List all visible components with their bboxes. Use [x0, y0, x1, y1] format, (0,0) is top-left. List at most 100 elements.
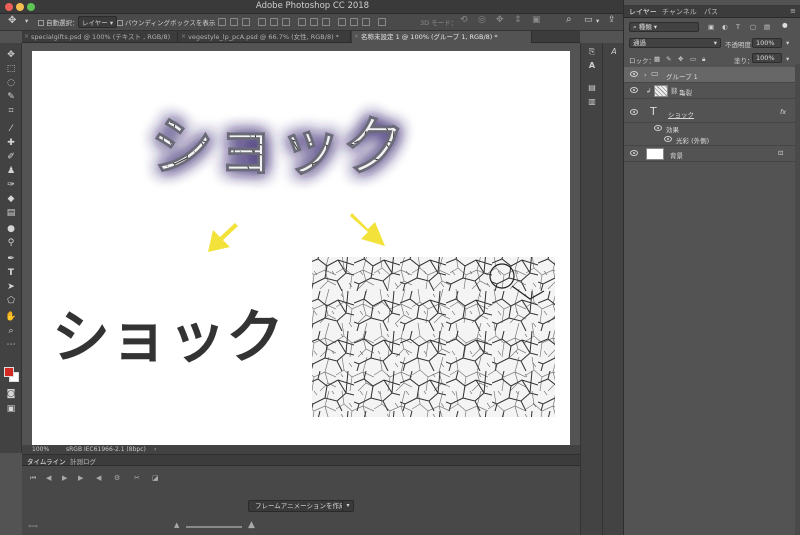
play-icon[interactable]: ▶	[62, 474, 67, 482]
lock-image-icon[interactable]: ✎	[666, 55, 671, 63]
glyphs-panel-icon[interactable]: A	[609, 47, 619, 57]
opacity-input[interactable]: 100%	[752, 38, 782, 48]
eyedropper-tool-icon[interactable]: ⁄	[5, 123, 17, 135]
clone-stamp-tool-icon[interactable]: ♟	[5, 165, 17, 177]
lock-position-icon[interactable]: ✥	[678, 55, 683, 63]
close-tab-icon[interactable]: ×	[181, 31, 186, 43]
timeline-menu-icon[interactable]: ⇦⇨	[28, 523, 38, 530]
filter-pixel-icon[interactable]: ▣	[708, 23, 714, 31]
gradient-tool-icon[interactable]: ▤	[5, 207, 17, 219]
layer-row-outer-glow[interactable]: 光彩 (外側)	[624, 134, 795, 146]
bounding-box-checkbox[interactable]: バウンディングボックスを表示	[117, 17, 215, 27]
visibility-eye-icon[interactable]	[630, 150, 638, 156]
status-menu-arrow[interactable]: ›	[154, 446, 156, 453]
lock-all-icon[interactable]: 🔒︎	[702, 55, 705, 64]
create-animation-dropdown-icon[interactable]: ▾	[342, 500, 354, 512]
layers-scrollbar[interactable]	[795, 64, 800, 535]
filter-shape-icon[interactable]: ▢	[750, 23, 756, 31]
prev-frame-icon[interactable]: ◀	[46, 474, 51, 482]
align-hcenter-icon[interactable]	[270, 18, 278, 26]
close-tab-icon[interactable]: ×	[354, 31, 359, 43]
zoom-tool-icon[interactable]: ⌕	[5, 325, 17, 337]
screen-mode-icon[interactable]: ▣	[5, 403, 17, 415]
healing-brush-tool-icon[interactable]: ✚	[5, 137, 17, 149]
lock-transparency-icon[interactable]: ▦	[654, 55, 660, 63]
panel-menu-icon[interactable]: ≡	[790, 7, 796, 15]
layer-row-crack[interactable]: ↲ ⛓︎ 亀裂	[624, 83, 795, 99]
fill-input[interactable]: 100%	[752, 53, 782, 63]
filter-adjustment-icon[interactable]: ◐	[722, 23, 728, 31]
opacity-dropdown-icon[interactable]: ▾	[786, 39, 789, 47]
eraser-tool-icon[interactable]: ◆	[5, 193, 17, 205]
tab-untitled-1[interactable]: × 名称未設定 1 @ 100% (グループ 1, RGB/8) *	[352, 31, 532, 43]
visibility-eye-icon[interactable]	[630, 71, 638, 77]
distribute-right-icon[interactable]	[362, 18, 370, 26]
path-select-tool-icon[interactable]: ➤	[5, 281, 17, 293]
history-panel-icon[interactable]: ⎘	[587, 47, 597, 57]
3d-roll-icon[interactable]: ◎	[478, 15, 486, 25]
filter-smart-object-icon[interactable]: ▤	[764, 23, 770, 31]
marquee-tool-icon[interactable]: ⬚	[5, 63, 17, 75]
distribute-hcenter-icon[interactable]	[350, 18, 358, 26]
foreground-color-swatch[interactable]	[4, 367, 14, 377]
layer-filter-dropdown[interactable]: ⌕ 種類 ▾	[629, 22, 699, 32]
auto-select-checkbox[interactable]: 自動選択：	[38, 17, 79, 27]
layer-row-group-1[interactable]: › ▭ グループ 1	[624, 67, 795, 83]
adjustments-panel-icon[interactable]: ▤	[587, 83, 597, 93]
3d-pan-icon[interactable]: ✥	[496, 15, 504, 25]
zoom-readout[interactable]: 100%	[32, 446, 49, 453]
tool-preset-dropdown[interactable]: ▾	[25, 17, 28, 25]
align-right-icon[interactable]	[282, 18, 290, 26]
crop-tool-icon[interactable]: ⌗	[5, 105, 17, 117]
tab-history-log[interactable]: 計測ログ	[70, 456, 96, 466]
align-top-icon[interactable]	[218, 18, 226, 26]
close-tab-icon[interactable]: ×	[24, 31, 29, 43]
share-icon[interactable]: ⇪	[608, 15, 616, 25]
pen-tool-icon[interactable]: ✒	[5, 253, 17, 265]
fx-badge[interactable]: fx	[780, 108, 786, 116]
workspace-dropdown-icon[interactable]: ▾	[596, 17, 599, 25]
shape-tool-icon[interactable]: ⬠	[5, 295, 17, 307]
bounding-box-check[interactable]	[117, 20, 123, 26]
type-tool-icon[interactable]: T	[5, 267, 17, 279]
audio-icon[interactable]: ◀	[96, 474, 101, 482]
distribute-bottom-icon[interactable]	[322, 18, 330, 26]
timeline-zoom-slider[interactable]	[186, 526, 242, 528]
distribute-left-icon[interactable]	[338, 18, 346, 26]
first-frame-icon[interactable]: ⏮	[30, 474, 36, 483]
visibility-eye-icon[interactable]	[630, 87, 638, 93]
disclosure-chevron-icon[interactable]: ›	[644, 71, 647, 79]
blend-mode-dropdown[interactable]: 通過 ▾	[629, 38, 721, 48]
tab-vegestyle[interactable]: × vegestyle_lp_pcA.psd @ 66.7% (女性, RGB/…	[179, 31, 351, 43]
filter-toggle-icon[interactable]: ●	[782, 21, 788, 29]
auto-select-check[interactable]	[38, 20, 44, 26]
visibility-eye-icon[interactable]	[630, 109, 638, 115]
filter-type-icon[interactable]: T	[736, 23, 740, 31]
layer-row-effects[interactable]: 効果	[624, 123, 795, 134]
fill-dropdown-icon[interactable]: ▾	[786, 55, 789, 63]
layer-row-shock-text[interactable]: T ショック fx	[624, 103, 795, 123]
tab-timeline[interactable]: タイムライン	[27, 456, 66, 466]
hand-tool-icon[interactable]: ✋	[5, 311, 17, 323]
history-brush-tool-icon[interactable]: ✑	[5, 179, 17, 191]
search-icon[interactable]: ⌕	[566, 14, 572, 25]
align-left-icon[interactable]	[258, 18, 266, 26]
quick-select-tool-icon[interactable]: ✎	[5, 91, 17, 103]
zoom-in-mountain-icon[interactable]: ▲	[248, 520, 255, 530]
align-vcenter-icon[interactable]	[230, 18, 238, 26]
tab-channels[interactable]: チャンネル	[662, 7, 697, 17]
3d-rotate-icon[interactable]: ⟲	[460, 15, 468, 25]
transition-icon[interactable]: ◪	[152, 474, 159, 482]
move-tool-icon[interactable]: ✥	[5, 49, 17, 61]
artboard[interactable]: ショック ショック	[32, 51, 570, 445]
distribute-top-icon[interactable]	[298, 18, 306, 26]
more-tools-icon[interactable]: ⋯	[5, 339, 17, 351]
zoom-out-mountain-icon[interactable]: ▲	[174, 521, 179, 529]
brush-tool-icon[interactable]: ✐	[5, 151, 17, 163]
workspace-icon[interactable]: ▭	[584, 15, 593, 25]
align-bottom-icon[interactable]	[242, 18, 250, 26]
tab-layers[interactable]: レイヤー	[629, 7, 657, 17]
tab-paths[interactable]: パス	[704, 7, 718, 17]
lock-artboard-icon[interactable]: ▭	[690, 55, 696, 63]
3d-scale-icon[interactable]: ▣	[532, 15, 541, 25]
